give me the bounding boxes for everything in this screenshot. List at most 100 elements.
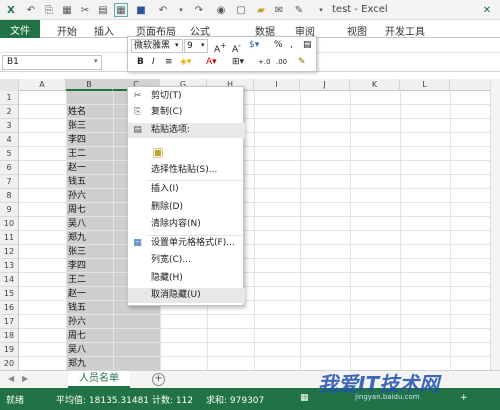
column-header-b[interactable]: B xyxy=(66,79,113,91)
cell-b[interactable]: 李四 xyxy=(68,259,113,273)
row-header[interactable]: 6 xyxy=(0,161,19,175)
menu-item-unhide[interactable]: 取消隐藏(U) xyxy=(128,288,245,303)
column-header-l[interactable]: L xyxy=(400,79,450,91)
name-box[interactable]: B1 xyxy=(2,55,102,70)
column-header-i[interactable]: I xyxy=(254,79,300,91)
scroll-sheets-right-icon[interactable]: ▶ xyxy=(22,374,28,383)
cell-b[interactable]: 张三 xyxy=(68,119,113,133)
row-header[interactable]: 16 xyxy=(0,301,19,315)
cell-b[interactable]: 吴八 xyxy=(68,343,113,357)
cell-b[interactable]: 周七 xyxy=(68,203,113,217)
cell-b[interactable]: 姓名 xyxy=(68,105,113,119)
select-all-corner[interactable] xyxy=(0,79,19,91)
decrease-decimal-icon[interactable]: .00 xyxy=(276,56,287,70)
vertical-scrollbar[interactable] xyxy=(490,79,500,370)
cell-b[interactable]: 周七 xyxy=(68,329,113,343)
column-header-a[interactable]: A xyxy=(19,79,66,91)
redo-icon[interactable]: ↷ xyxy=(192,3,206,17)
font-name-dropdown-icon[interactable]: ▾ xyxy=(175,39,179,53)
tab-file[interactable]: 文件 xyxy=(0,20,40,38)
row-header[interactable]: 12 xyxy=(0,245,19,259)
dropdown-arrow-icon[interactable]: ▾ xyxy=(174,3,188,17)
cell-b[interactable]: 钱五 xyxy=(68,175,113,189)
tab-developer[interactable]: 开发工具 xyxy=(385,23,425,38)
cell-b[interactable]: 钱五 xyxy=(68,301,113,315)
cell-b[interactable]: 赵一 xyxy=(68,161,113,175)
row-header[interactable]: 13 xyxy=(0,259,19,273)
cell-b[interactable]: 王二 xyxy=(68,273,113,287)
cell-b[interactable]: 李四 xyxy=(68,133,113,147)
italic-button[interactable]: I xyxy=(152,56,155,70)
cell-b[interactable]: 孙六 xyxy=(68,189,113,203)
menu-item-paste-default[interactable]: ▣ xyxy=(128,142,245,162)
menu-item-paste-special[interactable]: 选择性粘贴(S)... xyxy=(128,163,245,178)
menu-item-format-cells[interactable]: ▦ 设置单元格格式(F)... xyxy=(128,236,245,251)
row-header[interactable]: 18 xyxy=(0,329,19,343)
percent-style-button[interactable]: % xyxy=(274,39,283,53)
menu-item-delete[interactable]: 删除(D) xyxy=(128,200,245,215)
increase-font-icon[interactable]: A+ xyxy=(214,39,226,55)
bold-button[interactable]: B xyxy=(137,56,144,70)
zoom-in-icon[interactable]: + xyxy=(460,393,468,403)
row-header[interactable]: 9 xyxy=(0,203,19,217)
close-window-icon[interactable]: ✕ xyxy=(480,3,494,17)
cell-b[interactable]: 孙六 xyxy=(68,315,113,329)
increase-decimal-icon[interactable]: +.0 xyxy=(258,56,271,70)
undo-icon[interactable]: ↶ xyxy=(156,3,170,17)
copy-quick-icon[interactable]: ⎘ xyxy=(42,3,56,17)
menu-item-clear-contents[interactable]: 清除内容(N) xyxy=(128,217,245,232)
row-header[interactable]: 10 xyxy=(0,217,19,231)
camera-icon[interactable]: ◉ xyxy=(214,3,228,17)
cell-b[interactable] xyxy=(68,91,113,105)
row-header[interactable]: 4 xyxy=(0,133,19,147)
row-header[interactable]: 19 xyxy=(0,343,19,357)
email-icon[interactable]: ✉ xyxy=(272,3,286,17)
menu-item-insert[interactable]: 插入(I) xyxy=(128,182,245,197)
cell-b[interactable]: 张三 xyxy=(68,245,113,259)
cut-quick-icon[interactable]: ✂ xyxy=(78,3,92,17)
font-color-icon[interactable]: A▾ xyxy=(206,56,217,70)
pen-icon[interactable]: ✎ xyxy=(292,3,306,17)
normal-view-icon[interactable]: ▦ xyxy=(300,393,309,403)
table-quick-icon[interactable]: ▦ xyxy=(114,3,128,17)
sheet-tab-active[interactable]: 人员名单 xyxy=(68,371,130,388)
column-header-j[interactable]: J xyxy=(300,79,350,91)
menu-item-copy[interactable]: ⎘ 复制(C) xyxy=(128,105,245,120)
row-header[interactable]: 20 xyxy=(0,357,19,371)
menu-item-hide[interactable]: 隐藏(H) xyxy=(128,271,245,286)
cell-b[interactable]: 郑九 xyxy=(68,231,113,245)
decrease-font-icon[interactable]: A- xyxy=(232,39,241,55)
row-header[interactable]: 11 xyxy=(0,231,19,245)
align-center-icon[interactable]: ≡ xyxy=(165,56,173,70)
menu-item-column-width[interactable]: 列宽(C)... xyxy=(128,253,245,268)
format-icon[interactable]: ▤ xyxy=(303,39,312,53)
row-header[interactable]: 15 xyxy=(0,287,19,301)
row-header[interactable]: 2 xyxy=(0,105,19,119)
cell-b[interactable]: 赵一 xyxy=(68,287,113,301)
save-icon[interactable]: ■ xyxy=(134,3,148,17)
paste-quick-icon[interactable]: ▦ xyxy=(60,3,74,17)
print-preview-icon[interactable]: ▢ xyxy=(234,3,248,17)
row-header[interactable]: 8 xyxy=(0,189,19,203)
comma-style-button[interactable]: , xyxy=(290,39,293,53)
cell-b[interactable]: 郑九 xyxy=(68,357,113,371)
scroll-sheets-left-icon[interactable]: ◀ xyxy=(8,374,14,383)
name-box-dropdown-icon[interactable]: ▾ xyxy=(94,57,98,65)
row-header[interactable]: 3 xyxy=(0,119,19,133)
borders-icon[interactable]: ⊞▾ xyxy=(232,56,244,70)
currency-format-icon[interactable]: $▾ xyxy=(249,39,259,53)
row-header[interactable]: 7 xyxy=(0,175,19,189)
font-size-dropdown-icon[interactable]: ▾ xyxy=(201,39,205,53)
tab-home[interactable]: 开始 xyxy=(57,23,77,38)
row-header[interactable]: 5 xyxy=(0,147,19,161)
fill-color-icon[interactable]: ◈▾ xyxy=(180,56,191,70)
cell-b[interactable]: 吴八 xyxy=(68,217,113,231)
tab-insert[interactable]: 插入 xyxy=(94,23,114,38)
format-painter-icon[interactable]: ✎ xyxy=(298,56,306,70)
menu-item-cut[interactable]: ✂ 剪切(T) xyxy=(128,89,245,104)
row-header[interactable]: 1 xyxy=(0,91,19,105)
tab-view[interactable]: 视图 xyxy=(347,23,367,38)
cell-b[interactable]: 王二 xyxy=(68,147,113,161)
customize-toolbar-icon[interactable]: ▾ xyxy=(314,3,328,17)
add-sheet-icon[interactable]: + xyxy=(152,373,165,386)
